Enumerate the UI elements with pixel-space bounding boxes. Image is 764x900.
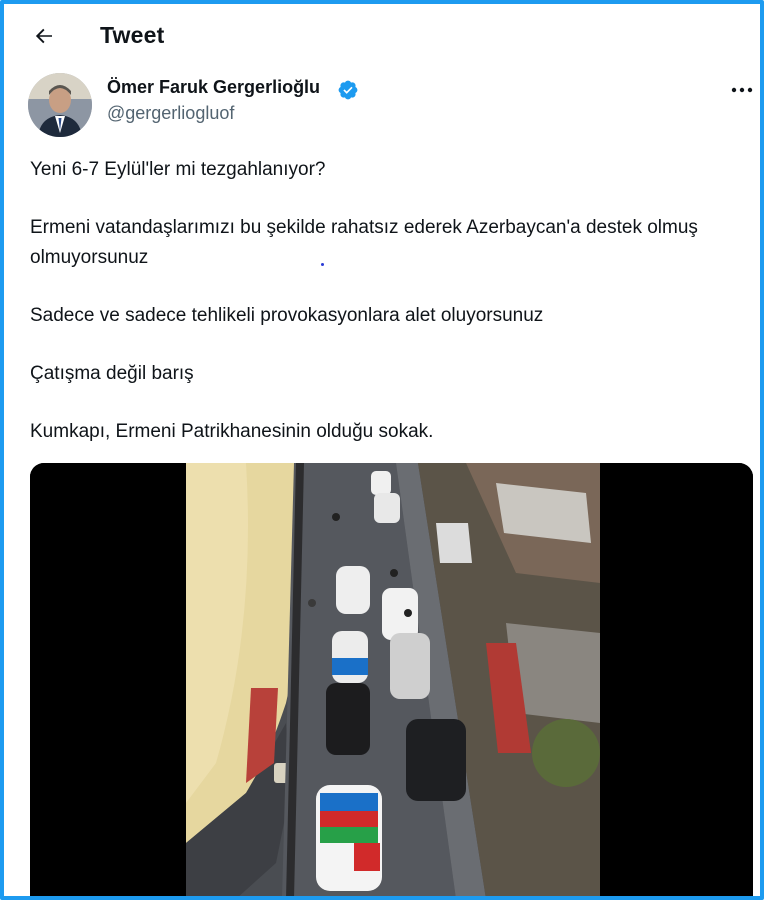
tweet-paragraph: Kumkapı, Ermeni Patrikhanesinin olduğu s… (30, 421, 434, 442)
author-name[interactable]: Ömer Faruk Gergerlioğlu (107, 77, 320, 98)
tweet-page: Tweet Ömer Faruk Gergerlioğlu @gergerlio… (0, 0, 764, 900)
tweet-paragraph: Ermeni vatandaşlarımızı bu şekilde rahat… (30, 217, 698, 268)
verified-badge-icon (337, 79, 359, 101)
top-bar: Tweet (4, 4, 760, 68)
arrow-left-icon (35, 28, 52, 44)
tweet-paragraph: Yeni 6-7 Eylül'ler mi tezgahlanıyor? (30, 159, 326, 180)
tweet-paragraph: Çatışma değil barış (30, 363, 194, 384)
tweet-paragraph: Sadece ve sadece tehlikeli provokasyonla… (30, 305, 544, 326)
video-frame (30, 463, 753, 896)
back-button[interactable] (26, 18, 62, 54)
page-title: Tweet (100, 22, 165, 48)
tweet-text: Yeni 6-7 Eylül'ler mi tezgahlanıyor? Erm… (30, 155, 750, 447)
more-options-button[interactable] (728, 78, 756, 102)
avatar-image (28, 73, 92, 137)
author-handle[interactable]: @gergerliogluof (107, 103, 234, 124)
tweet-video[interactable] (30, 463, 753, 896)
more-horizontal-icon (731, 87, 753, 93)
avatar[interactable] (28, 73, 92, 137)
stray-dot (321, 263, 324, 266)
